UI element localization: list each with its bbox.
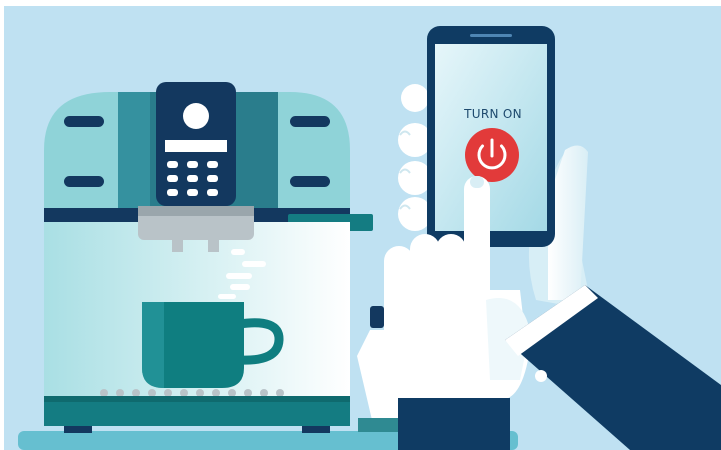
coffee-machine xyxy=(44,82,373,433)
machine-foot xyxy=(302,426,330,433)
machine-foot xyxy=(64,426,92,433)
nozzle xyxy=(208,238,219,252)
vent-slot xyxy=(64,176,104,187)
illustration-stage: TURN ON xyxy=(0,0,721,450)
phone-speaker xyxy=(470,34,512,37)
nozzle xyxy=(172,238,183,252)
vent-slot xyxy=(64,116,104,127)
power-button[interactable] xyxy=(465,128,519,182)
illustration-artwork xyxy=(0,0,721,450)
sleeve-left xyxy=(398,398,510,450)
phone-screen-label: TURN ON xyxy=(464,107,522,121)
vent-slot xyxy=(290,116,330,127)
indicator-light xyxy=(183,103,209,129)
vent-slot xyxy=(290,176,330,187)
keypad xyxy=(167,161,218,196)
display-strip xyxy=(165,140,227,152)
cufflink xyxy=(535,370,547,382)
